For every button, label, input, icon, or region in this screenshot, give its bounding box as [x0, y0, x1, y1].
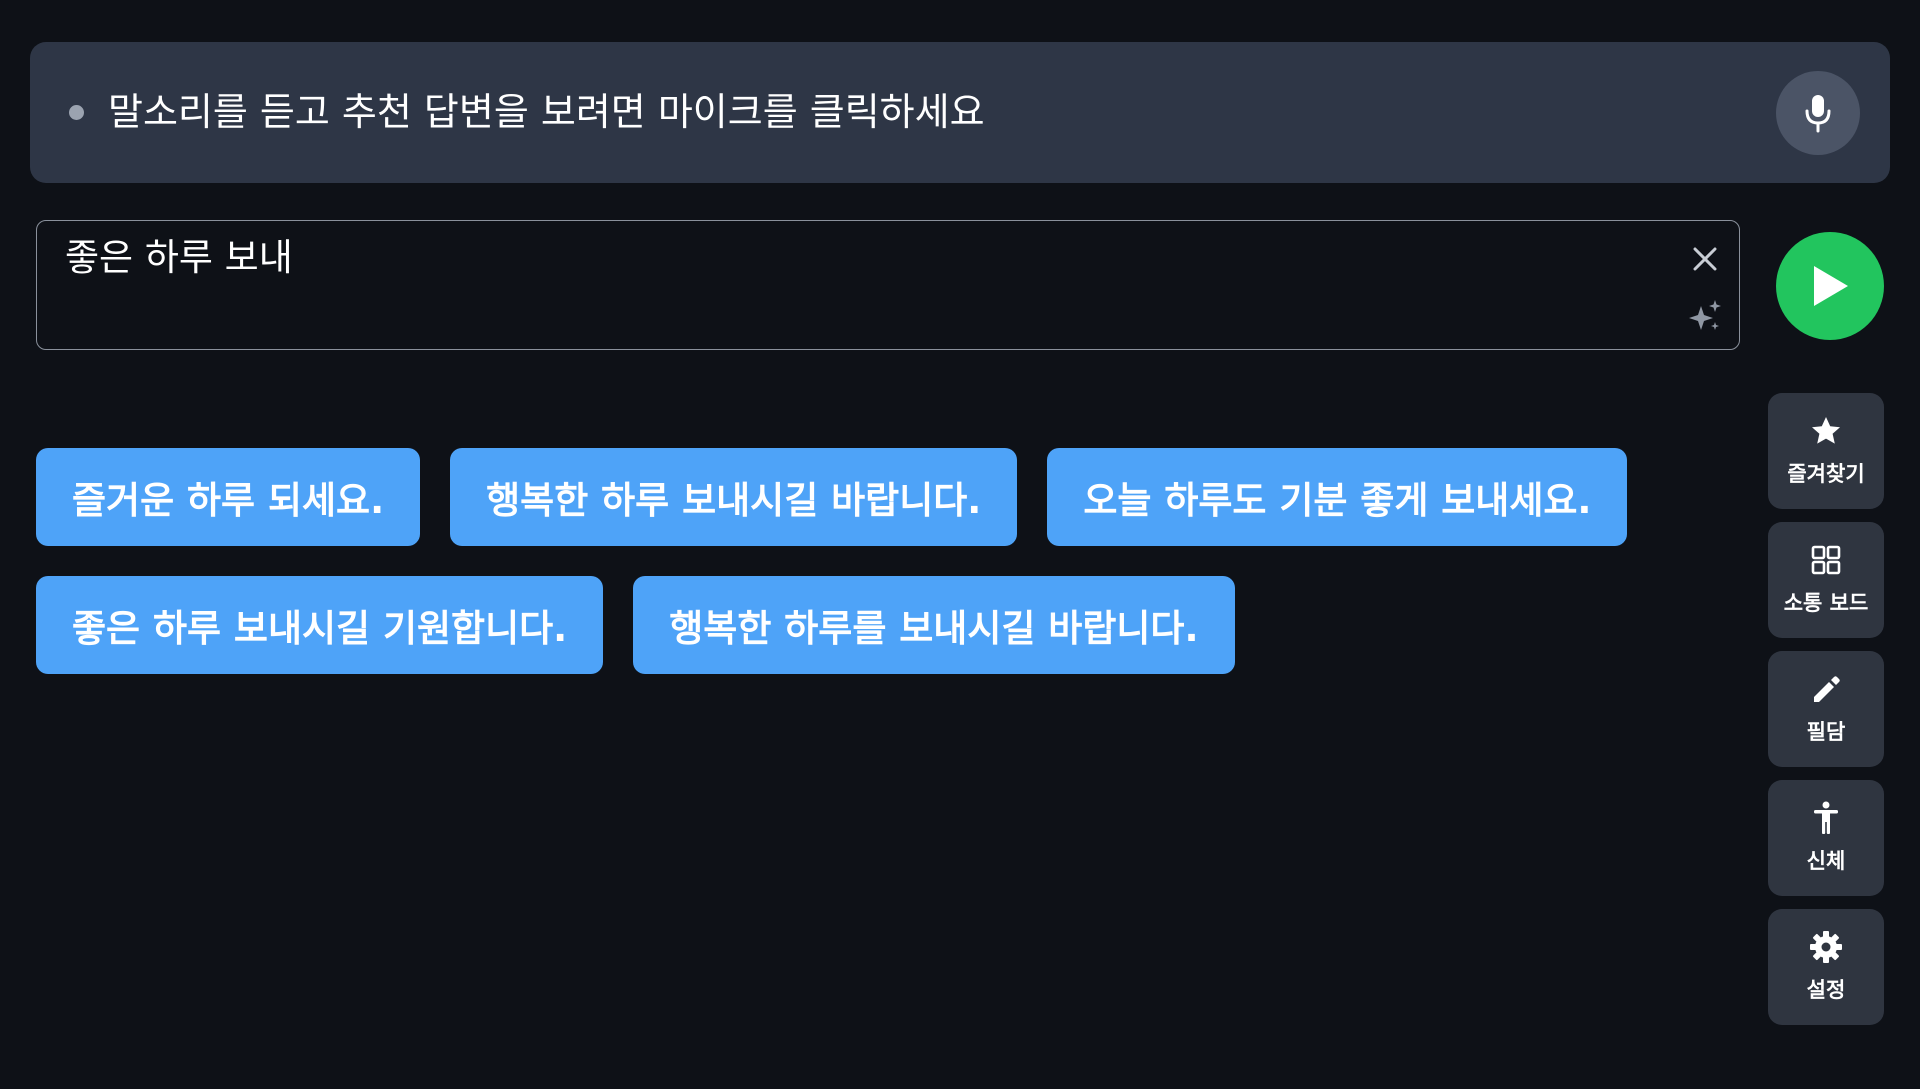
- play-icon: [1814, 266, 1848, 306]
- favorites-button[interactable]: 즐겨찾기: [1768, 393, 1884, 509]
- favorites-label: 즐겨찾기: [1787, 462, 1865, 486]
- microphone-icon: [1805, 95, 1831, 133]
- star-icon: [1809, 414, 1843, 448]
- suggestion-button[interactable]: 좋은 하루 보내시길 기원합니다.: [36, 576, 604, 674]
- grid-icon: [1809, 543, 1843, 577]
- written-conversation-button[interactable]: 필담: [1768, 651, 1884, 767]
- communication-board-label: 소통 보드: [1783, 591, 1869, 615]
- settings-button[interactable]: 설정: [1768, 909, 1884, 1025]
- listening-banner: 말소리를 듣고 추천 답변을 보려면 마이크를 클릭하세요: [30, 42, 1890, 183]
- suggestion-button[interactable]: 행복한 하루 보내시길 바랍니다.: [450, 448, 1018, 546]
- body-button[interactable]: 신체: [1768, 780, 1884, 896]
- suggestion-button[interactable]: 오늘 하루도 기분 좋게 보내세요.: [1047, 448, 1628, 546]
- side-menu: 즐겨찾기 소통 보드 필담 신체 설정: [1768, 393, 1884, 1038]
- body-label: 신체: [1806, 849, 1846, 873]
- suggestion-row: 즐거운 하루 되세요. 행복한 하루 보내시길 바랍니다. 오늘 하루도 기분 …: [36, 448, 1716, 546]
- suggestion-button[interactable]: 즐거운 하루 되세요.: [36, 448, 421, 546]
- close-icon: [1693, 247, 1717, 271]
- communication-board-button[interactable]: 소통 보드: [1768, 522, 1884, 638]
- gear-icon: [1809, 930, 1843, 964]
- message-input[interactable]: 좋은 하루 보내: [36, 220, 1740, 350]
- app-root: 말소리를 듣고 추천 답변을 보려면 마이크를 클릭하세요 좋은 하루 보내 즐…: [0, 0, 1920, 1089]
- written-conversation-label: 필담: [1806, 720, 1846, 744]
- settings-label: 설정: [1806, 978, 1846, 1002]
- mic-button[interactable]: [1776, 71, 1860, 155]
- sparkle-icon: [1689, 300, 1721, 330]
- suggestion-row: 좋은 하루 보내시길 기원합니다. 행복한 하루를 보내시길 바랍니다.: [36, 576, 1716, 674]
- speak-button[interactable]: [1776, 232, 1884, 340]
- message-input-value[interactable]: 좋은 하루 보내: [65, 234, 293, 282]
- status-dot: [69, 105, 84, 120]
- ai-complete-button[interactable]: [1685, 296, 1725, 336]
- suggestion-button[interactable]: 행복한 하루를 보내시길 바랍니다.: [633, 576, 1235, 674]
- listening-status-text: 말소리를 듣고 추천 답변을 보려면 마이크를 클릭하세요: [108, 90, 985, 134]
- pencil-icon: [1809, 672, 1843, 706]
- body-icon: [1809, 801, 1843, 835]
- clear-input-button[interactable]: [1685, 239, 1725, 279]
- suggested-replies: 즐거운 하루 되세요. 행복한 하루 보내시길 바랍니다. 오늘 하루도 기분 …: [36, 448, 1716, 704]
